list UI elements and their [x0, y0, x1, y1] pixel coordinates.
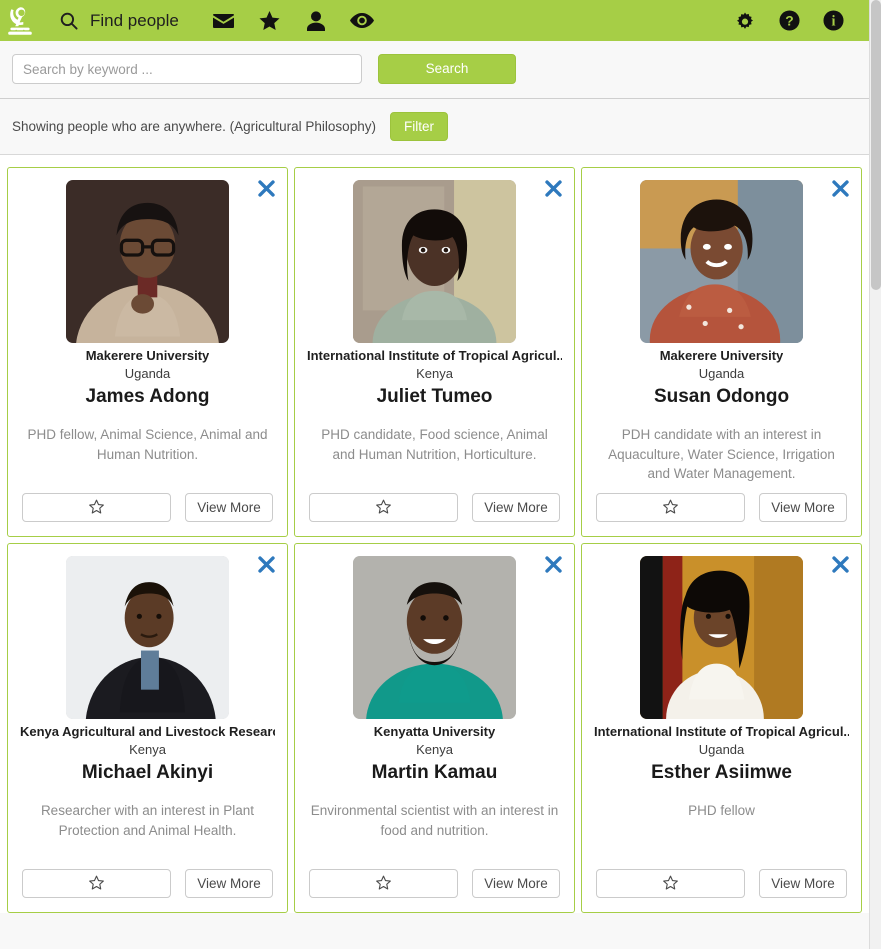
- favourite-button[interactable]: [22, 493, 171, 522]
- person-icon[interactable]: [293, 0, 339, 41]
- filter-button[interactable]: Filter: [389, 112, 448, 141]
- card-actions: View More: [596, 493, 847, 522]
- svg-text:i: i: [831, 14, 835, 30]
- affiliation: Makerere University: [85, 348, 210, 363]
- gear-icon[interactable]: [723, 0, 767, 41]
- country: Kenya: [416, 365, 453, 381]
- avatar: [66, 556, 229, 719]
- star-outline-icon: [89, 499, 104, 517]
- affiliation: Kenyatta University: [373, 724, 496, 739]
- star-outline-icon: [663, 875, 678, 893]
- person-bio: Environmental scientist with an interest…: [310, 803, 559, 838]
- nav-right-group: ? i: [723, 0, 855, 41]
- favourite-button[interactable]: [309, 493, 458, 522]
- person-bio: Researcher with an interest in Plant Pro…: [40, 803, 255, 838]
- page-content: Find people ? i Search by keyword ... Se…: [0, 0, 869, 949]
- card-actions: View More: [596, 869, 847, 898]
- brand-logo[interactable]: [0, 0, 40, 41]
- avatar: [353, 556, 516, 719]
- nav-title: Find people: [90, 10, 179, 30]
- favourite-button[interactable]: [22, 869, 171, 898]
- avatar: [66, 180, 229, 343]
- person-name: James Adong: [85, 385, 210, 407]
- card-actions: View More: [22, 869, 273, 898]
- person-name: Juliet Tumeo: [376, 385, 493, 407]
- close-x-icon[interactable]: [255, 177, 277, 199]
- person-bio: PHD fellow: [688, 803, 755, 819]
- view-more-button[interactable]: View More: [472, 869, 560, 898]
- person-name: Michael Akinyi: [81, 761, 214, 783]
- affiliation: Makerere University: [659, 348, 784, 363]
- favourite-button[interactable]: [596, 493, 745, 522]
- nav-search-icon[interactable]: [52, 11, 86, 31]
- favourite-button[interactable]: [596, 869, 745, 898]
- star-outline-icon: [663, 499, 678, 517]
- country: Kenya: [416, 741, 453, 757]
- person-bio: PDH candidate with an interest in Aquacu…: [608, 427, 835, 482]
- favourite-button[interactable]: [309, 869, 458, 898]
- card-actions: View More: [309, 493, 560, 522]
- view-more-button[interactable]: View More: [759, 493, 847, 522]
- page-scrollbar[interactable]: [869, 0, 881, 949]
- people-results-grid: Makerere University Uganda James Adong P…: [0, 155, 869, 913]
- microscope-icon: [7, 6, 33, 36]
- close-x-icon[interactable]: [542, 553, 564, 575]
- info-circle-icon[interactable]: i: [811, 0, 855, 41]
- close-x-icon[interactable]: [829, 553, 851, 575]
- country: Uganda: [698, 741, 745, 757]
- filter-status-text: Showing people who are anywhere. (Agricu…: [12, 119, 376, 134]
- star-outline-icon: [376, 875, 391, 893]
- affiliation: Kenya Agricultural and Livestock Researc…: [20, 724, 275, 739]
- nav-left-group: Find people: [40, 0, 723, 41]
- person-name: Susan Odongo: [653, 385, 790, 407]
- person-name: Esther Asiimwe: [651, 761, 792, 783]
- scrollbar-thumb[interactable]: [871, 0, 881, 290]
- close-x-icon[interactable]: [829, 177, 851, 199]
- close-x-icon[interactable]: [542, 177, 564, 199]
- star-outline-icon: [89, 875, 104, 893]
- person-bio: PHD fellow, Animal Science, Animal and H…: [27, 427, 268, 462]
- close-x-icon[interactable]: [255, 553, 277, 575]
- view-more-button[interactable]: View More: [185, 493, 273, 522]
- avatar: [353, 180, 516, 343]
- search-button[interactable]: Search: [378, 54, 516, 84]
- card-actions: View More: [309, 869, 560, 898]
- svg-text:?: ?: [785, 13, 793, 29]
- view-more-button[interactable]: View More: [759, 869, 847, 898]
- country: Uganda: [124, 365, 171, 381]
- eye-icon[interactable]: [339, 0, 385, 41]
- filter-bar: Showing people who are anywhere. (Agricu…: [0, 99, 869, 155]
- person-name: Martin Kamau: [371, 761, 498, 783]
- person-card[interactable]: International Institute of Tropical Agri…: [581, 543, 862, 913]
- avatar: [640, 556, 803, 719]
- affiliation: International Institute of Tropical Agri…: [307, 348, 562, 363]
- view-more-button[interactable]: View More: [472, 493, 560, 522]
- view-more-button[interactable]: View More: [185, 869, 273, 898]
- country: Uganda: [698, 365, 745, 381]
- top-navigation-bar: Find people ? i: [0, 0, 869, 41]
- question-circle-icon[interactable]: ?: [767, 0, 811, 41]
- person-card[interactable]: Kenyatta University Kenya Martin Kamau E…: [294, 543, 575, 913]
- person-card[interactable]: Makerere University Uganda James Adong P…: [7, 167, 288, 537]
- avatar: [640, 180, 803, 343]
- person-card[interactable]: Kenya Agricultural and Livestock Researc…: [7, 543, 288, 913]
- card-actions: View More: [22, 493, 273, 522]
- person-card[interactable]: International Institute of Tropical Agri…: [294, 167, 575, 537]
- country: Kenya: [129, 741, 166, 757]
- star-outline-icon: [376, 499, 391, 517]
- star-icon[interactable]: [247, 0, 293, 41]
- person-bio: PHD candidate, Food science, Animal and …: [321, 427, 548, 462]
- search-bar: Search: [0, 41, 869, 99]
- envelope-icon[interactable]: [201, 0, 247, 41]
- affiliation: International Institute of Tropical Agri…: [594, 724, 849, 739]
- search-input[interactable]: [12, 54, 362, 84]
- person-card[interactable]: Makerere University Uganda Susan Odongo …: [581, 167, 862, 537]
- browser-viewport: Find people ? i Search by keyword ... Se…: [0, 0, 881, 949]
